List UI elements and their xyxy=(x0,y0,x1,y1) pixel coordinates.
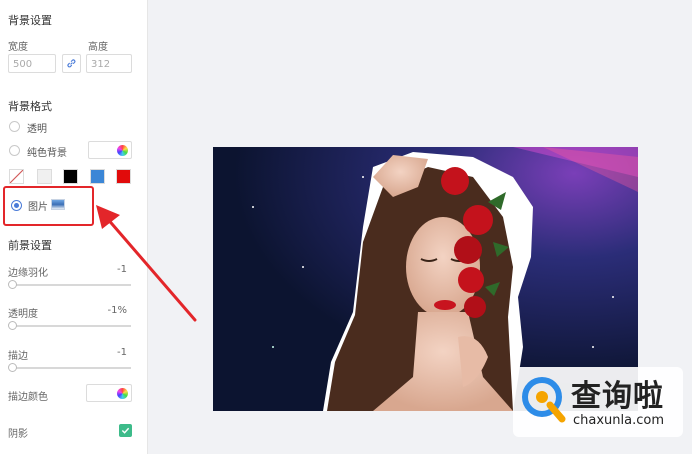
main-workspace: 查询啦 chaxunla.com xyxy=(96,0,692,454)
swatch-blue[interactable] xyxy=(90,169,105,184)
watermark-domain: chaxunla.com xyxy=(573,413,664,428)
width-input[interactable]: 500 xyxy=(8,54,56,73)
link-aspect-button[interactable] xyxy=(62,54,81,73)
stroke-label: 描边 xyxy=(8,351,28,362)
height-input[interactable]: 312 xyxy=(86,54,132,73)
stroke-slider-knob[interactable] xyxy=(8,363,17,372)
radio-transparent[interactable] xyxy=(9,121,20,132)
check-icon xyxy=(121,427,130,434)
solid-color-label: 纯色背景 xyxy=(27,148,67,159)
stroke-value: -1 xyxy=(117,347,127,358)
color-wheel-icon xyxy=(117,388,128,399)
swatch-black[interactable] xyxy=(63,169,78,184)
link-icon xyxy=(67,59,76,68)
solid-color-picker[interactable] xyxy=(88,141,132,159)
bg-format-title: 背景格式 xyxy=(8,100,52,113)
color-wheel-icon xyxy=(117,145,128,156)
width-label: 宽度 xyxy=(8,42,28,53)
swatch-light-gray[interactable] xyxy=(37,169,52,184)
swatch-red[interactable] xyxy=(116,169,131,184)
radio-image[interactable] xyxy=(11,200,22,211)
radio-solid-color[interactable] xyxy=(9,145,20,156)
shadow-label: 阴影 xyxy=(8,429,28,440)
feather-label: 边缘羽化 xyxy=(8,268,48,279)
image-label: 图片 xyxy=(28,202,48,213)
watermark-brand: 查询啦 xyxy=(571,379,664,414)
annotation-arrow-icon xyxy=(96,205,197,322)
stroke-color-label: 描边颜色 xyxy=(8,392,48,403)
stroke-color-picker[interactable] xyxy=(86,384,132,402)
image-thumbnail-icon xyxy=(51,199,65,210)
opacity-label: 透明度 xyxy=(8,309,38,320)
feather-slider-knob[interactable] xyxy=(8,280,17,289)
shadow-checkbox[interactable] xyxy=(119,424,132,437)
stroke-slider-track[interactable] xyxy=(9,367,131,369)
transparent-label: 透明 xyxy=(27,124,47,135)
search-logo-icon xyxy=(522,377,566,423)
watermark: 查询啦 chaxunla.com xyxy=(513,367,683,437)
height-label: 高度 xyxy=(88,42,108,53)
fg-settings-title: 前景设置 xyxy=(8,239,52,252)
swatch-none[interactable] xyxy=(9,169,24,184)
bg-settings-title: 背景设置 xyxy=(8,14,52,27)
opacity-slider-knob[interactable] xyxy=(8,321,17,330)
